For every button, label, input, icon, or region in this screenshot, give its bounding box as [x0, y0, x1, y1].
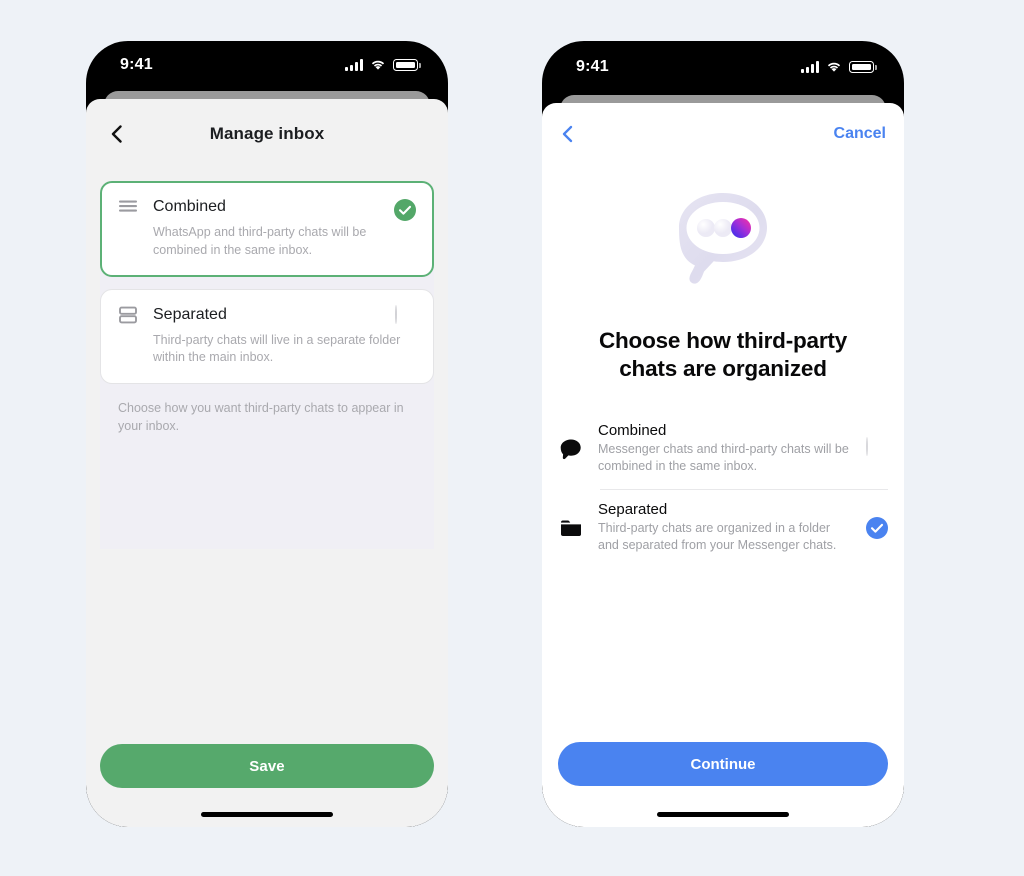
save-button[interactable]: Save	[100, 744, 434, 788]
chat-bubble-typing-illustration	[542, 177, 904, 305]
battery-full-icon	[393, 59, 421, 71]
chat-bubble-icon	[558, 436, 584, 462]
option-row-separated[interactable]: Separated Third-party chats are organize…	[558, 488, 888, 568]
radio-empty-icon[interactable]	[866, 436, 888, 460]
option-title: Separated	[598, 500, 668, 518]
option-card-separated[interactable]: Separated Third-party chats will live in…	[100, 288, 434, 384]
cellular-bars-icon	[345, 59, 363, 71]
stacked-boxes-icon	[117, 304, 139, 326]
status-clock: 9:41	[576, 58, 609, 75]
battery-full-icon	[849, 61, 877, 73]
option-title: Combined	[598, 421, 667, 439]
option-description: Third-party chats are organized in a fol…	[598, 520, 837, 553]
sheet-left: Manage inbox Combined WhatsApp and third…	[86, 99, 448, 827]
chevron-left-icon[interactable]	[558, 124, 578, 144]
option-header: Combined	[117, 196, 417, 218]
status-bar-left: 9:41	[86, 41, 448, 89]
status-icons	[345, 59, 421, 71]
status-clock: 9:41	[120, 56, 153, 73]
option-description: Third-party chats will live in a separat…	[153, 332, 401, 365]
status-icons	[801, 61, 877, 73]
continue-button-area: Continue	[542, 742, 904, 786]
option-row-combined[interactable]: Combined Messenger chats and third-party…	[558, 410, 888, 489]
option-card-combined[interactable]: Combined WhatsApp and third-party chats …	[100, 181, 434, 277]
option-header: Separated	[117, 304, 417, 326]
check-circle-filled-icon[interactable]	[394, 199, 416, 221]
cellular-bars-icon	[801, 61, 819, 73]
wifi-icon	[826, 61, 842, 73]
nav-bar-left: Manage inbox	[86, 99, 448, 169]
radio-empty-icon[interactable]	[395, 304, 417, 328]
page-title: Manage inbox	[209, 124, 325, 143]
option-description: Messenger chats and third-party chats wi…	[598, 441, 849, 474]
phone-left: 9:41 Manage inbox Combined WhatsApp and …	[86, 41, 448, 827]
option-title: Separated	[153, 305, 227, 323]
option-body: Combined Messenger chats and third-party…	[598, 422, 852, 476]
list-lines-icon	[117, 196, 139, 218]
phone-right: 9:41 Cancel Choose how third-party chats…	[542, 41, 904, 827]
sheet-right: Cancel Choose how third-party chats are …	[542, 103, 904, 827]
option-body: Separated Third-party chats are organize…	[598, 501, 852, 555]
helper-text: Choose how you want third-party chats to…	[118, 401, 404, 433]
check-circle-filled-blue-icon[interactable]	[866, 516, 888, 539]
status-bar-right: 9:41	[542, 41, 904, 93]
options-list-left: Combined WhatsApp and third-party chats …	[86, 181, 448, 436]
option-description: WhatsApp and third-party chats will be c…	[153, 225, 367, 257]
continue-button[interactable]: Continue	[558, 742, 888, 786]
folder-icon	[558, 515, 584, 541]
screenshot-stage: 9:41 Manage inbox Combined WhatsApp and …	[0, 0, 1024, 876]
page-heading: Choose how third-party chats are organiz…	[598, 328, 848, 382]
home-indicator	[657, 812, 789, 817]
option-title: Combined	[153, 198, 226, 215]
nav-bar-right: Cancel	[542, 103, 904, 165]
options-list-right: Combined Messenger chats and third-party…	[542, 410, 904, 568]
home-indicator	[201, 812, 333, 817]
save-button-area: Save	[86, 744, 448, 788]
wifi-icon	[370, 59, 386, 71]
cancel-button[interactable]: Cancel	[834, 125, 886, 143]
